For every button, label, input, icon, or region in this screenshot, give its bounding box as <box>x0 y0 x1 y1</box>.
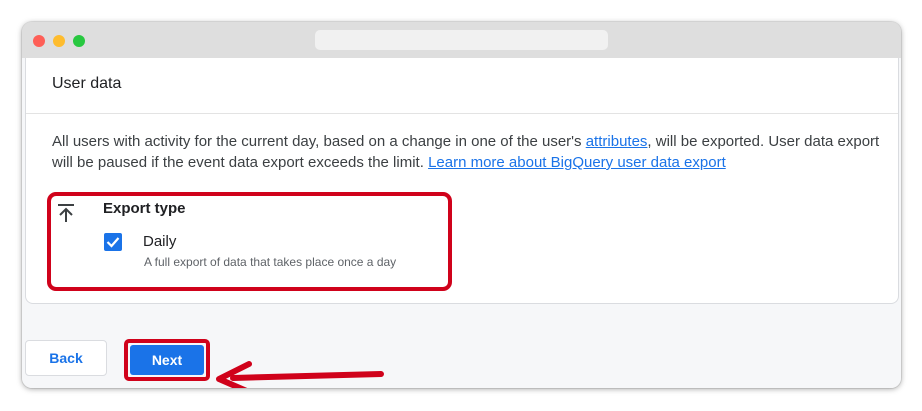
close-window-button[interactable] <box>33 35 45 47</box>
minimize-window-button[interactable] <box>53 35 65 47</box>
learn-more-link[interactable]: Learn more about BigQuery user data expo… <box>428 154 726 171</box>
user-data-card: User data All users with activity for th… <box>25 58 899 304</box>
description-text-part1: All users with activity for the current … <box>52 133 586 150</box>
daily-option-label: Daily <box>143 233 177 250</box>
attributes-link[interactable]: attributes <box>586 133 648 150</box>
maximize-window-button[interactable] <box>73 35 85 47</box>
next-button[interactable]: Next <box>130 345 204 375</box>
next-button-highlight-annotation: Next <box>124 339 210 381</box>
export-type-label: Export type <box>103 200 186 217</box>
user-data-description: All users with activity for the current … <box>52 131 882 173</box>
browser-window: User data All users with activity for th… <box>22 22 901 388</box>
daily-checkbox[interactable] <box>104 233 122 251</box>
back-button[interactable]: Back <box>25 340 107 376</box>
pointer-arrow-annotation <box>216 361 384 388</box>
card-header: User data <box>26 58 898 114</box>
card-title: User data <box>52 75 122 92</box>
checkmark-icon <box>106 237 120 248</box>
daily-option-description: A full export of data that takes place o… <box>144 255 397 269</box>
page-content: User data All users with activity for th… <box>22 58 901 388</box>
upload-arrow-icon <box>58 204 74 222</box>
window-titlebar <box>22 22 901 58</box>
address-bar[interactable] <box>315 30 608 50</box>
